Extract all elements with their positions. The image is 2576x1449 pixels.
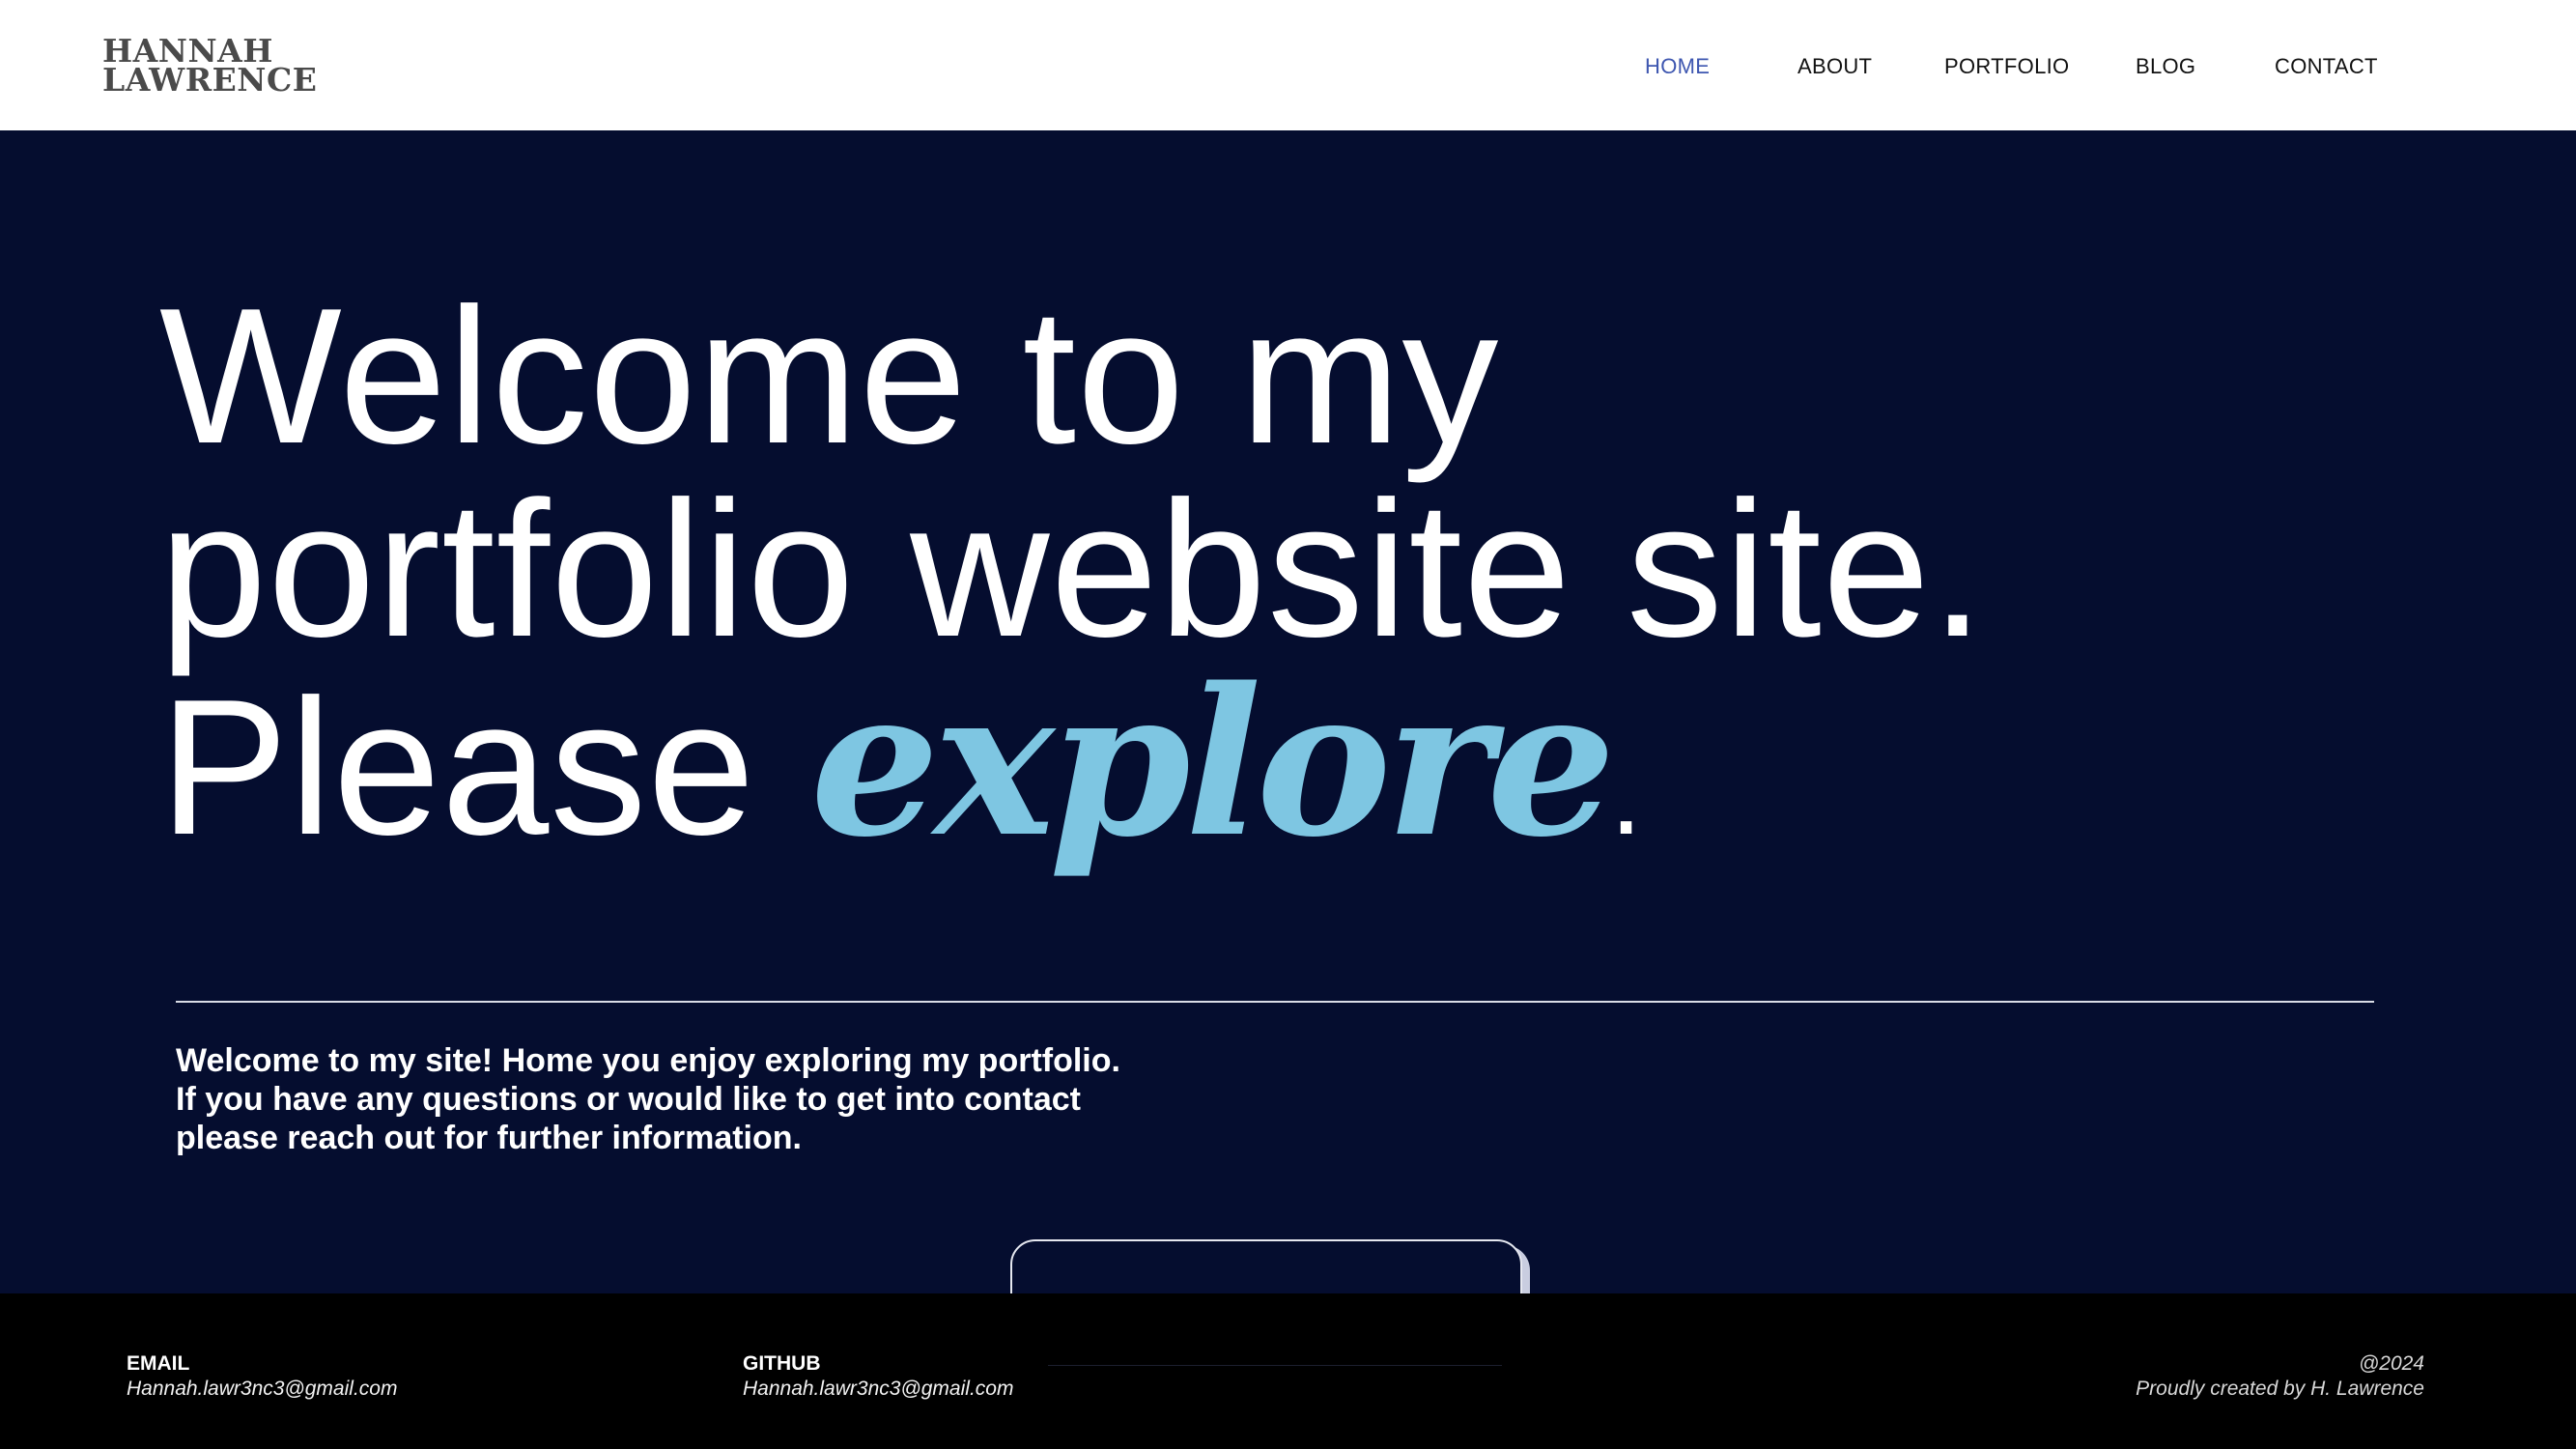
site-header: HANNAH LAWRENCE HOME ABOUT PORTFOLIO BLO…	[0, 0, 2576, 130]
hero-heading: Welcome to my portfolio website site. Pl…	[159, 280, 1986, 891]
footer-credits: @2024 Proudly created by H. Lawrence	[2136, 1351, 2424, 1402]
main-nav: HOME ABOUT PORTFOLIO BLOG CONTACT	[0, 0, 2576, 130]
footer-github-label: GITHUB	[743, 1352, 821, 1375]
explore-script-word: explore	[810, 643, 1616, 882]
intro-line-2: If you have any questions or would like …	[176, 1081, 1081, 1118]
footer-faint-rule	[1048, 1365, 1502, 1366]
page: HANNAH LAWRENCE HOME ABOUT PORTFOLIO BLO…	[0, 0, 2576, 1449]
footer-email-label: EMAIL	[127, 1352, 190, 1375]
nav-item-about[interactable]: ABOUT	[1798, 54, 1872, 79]
intro-line-1: Welcome to my site! Home you enjoy explo…	[176, 1042, 1120, 1079]
nav-item-portfolio[interactable]: PORTFOLIO	[1944, 54, 2069, 79]
header-divider	[0, 128, 724, 130]
footer-copyright: @2024	[2358, 1352, 2424, 1375]
hero-line-2: portfolio website site.	[159, 462, 1986, 677]
intro-line-3: please reach out for further information…	[176, 1120, 802, 1156]
hero-line-3: Please explore.	[159, 662, 1986, 891]
site-footer: EMAIL Hannah.lawr3nc3@gmail.com GITHUB H…	[0, 1293, 2576, 1449]
hero-line-1: Welcome to my	[159, 269, 1500, 484]
nav-item-contact[interactable]: CONTACT	[2275, 54, 2378, 79]
footer-email: EMAIL Hannah.lawr3nc3@gmail.com	[127, 1351, 397, 1402]
footer-github-link[interactable]: Hannah.lawr3nc3@gmail.com	[743, 1377, 1013, 1402]
footer-email-link[interactable]: Hannah.lawr3nc3@gmail.com	[127, 1377, 397, 1402]
hero-divider	[176, 1001, 2374, 1003]
hero-period: .	[1609, 729, 1644, 859]
nav-item-home[interactable]: HOME	[1645, 54, 1710, 79]
footer-github: GITHUB Hannah.lawr3nc3@gmail.com	[743, 1351, 1013, 1402]
intro-paragraph: Welcome to my site! Home you enjoy explo…	[176, 1041, 1238, 1157]
hero-please-text: Please	[159, 660, 811, 875]
footer-credit-text: Proudly created by H. Lawrence	[2136, 1378, 2424, 1400]
nav-item-blog[interactable]: BLOG	[2136, 54, 2195, 79]
